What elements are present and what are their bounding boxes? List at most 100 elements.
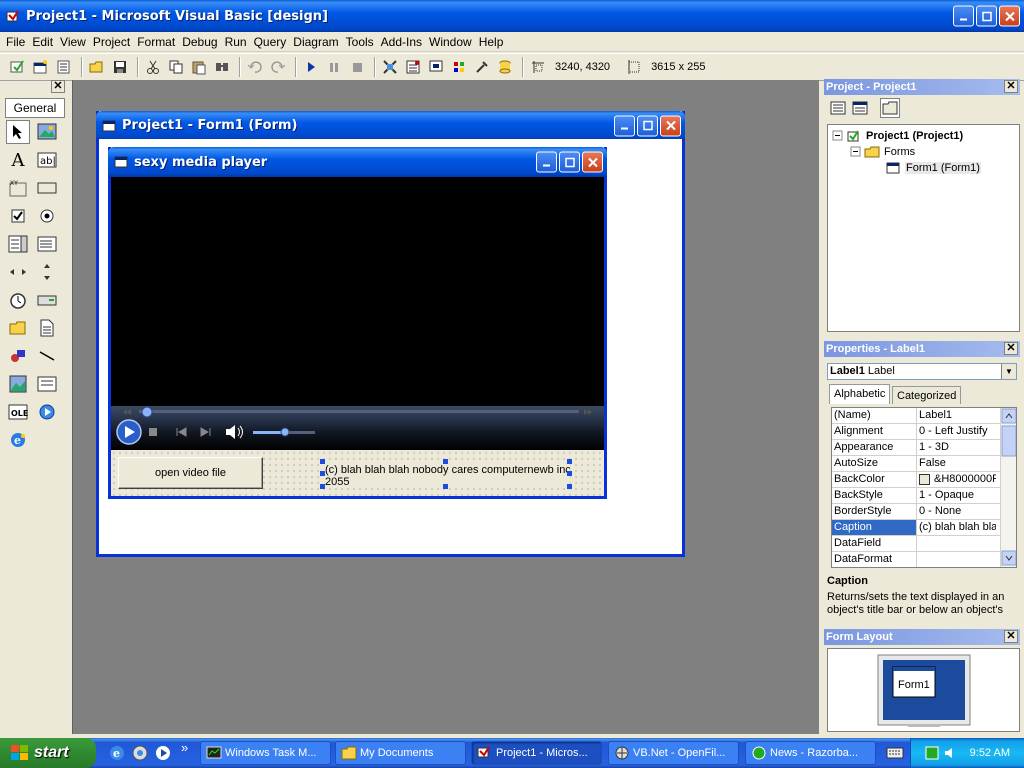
dirlistbox-tool-icon[interactable] — [6, 316, 30, 340]
toolbox-general-tab[interactable]: General — [5, 98, 65, 118]
save-icon[interactable] — [110, 57, 130, 77]
resize-handle[interactable] — [567, 484, 572, 489]
label1-caption[interactable]: (c) blah blah blah nobody cares computer… — [322, 462, 570, 486]
combobox-tool-icon[interactable] — [6, 232, 30, 256]
menu-format[interactable]: Format — [137, 35, 175, 49]
property-row[interactable]: Alignment 0 - Left Justify — [832, 424, 1016, 440]
mediaplayer-tool-icon[interactable] — [35, 400, 59, 424]
menu-window[interactable]: Window — [429, 35, 472, 49]
hscrollbar-tool-icon[interactable] — [6, 260, 30, 284]
property-value[interactable]: &H8000000F — [917, 472, 996, 487]
frame-tool-icon[interactable]: XY — [6, 176, 30, 200]
tab-categorized[interactable]: Categorized — [892, 386, 962, 404]
tree-item-form1[interactable]: Form1 (Form1) — [886, 161, 981, 175]
menu-debug[interactable]: Debug — [182, 35, 217, 49]
property-value[interactable]: Label1 — [917, 408, 996, 423]
clock[interactable]: 9:52 AM — [970, 747, 1010, 759]
object-browser-icon[interactable] — [449, 57, 469, 77]
drivelistbox-tool-icon[interactable] — [35, 288, 59, 312]
checkbox-tool-icon[interactable] — [6, 204, 30, 228]
resize-handle[interactable] — [567, 459, 572, 464]
vscrollbar-tool-icon[interactable] — [35, 260, 59, 284]
media-minimize-button[interactable] — [536, 151, 557, 173]
ie-browser-tool-icon[interactable]: e — [6, 428, 30, 452]
property-row[interactable]: BackStyle 1 - Opaque — [832, 488, 1016, 504]
pointer-tool-icon[interactable] — [6, 120, 30, 144]
toolbox-close-button[interactable]: ✕ — [51, 80, 65, 93]
previous-icon[interactable] — [176, 427, 187, 437]
break-icon[interactable] — [324, 57, 344, 77]
copy-icon[interactable] — [166, 57, 186, 77]
form-layout-form1[interactable]: Form1 — [898, 679, 930, 691]
seek-bar[interactable] — [139, 406, 579, 418]
form-layout-icon[interactable] — [426, 57, 446, 77]
menu-tools[interactable]: Tools — [346, 35, 374, 49]
menu-help[interactable]: Help — [479, 35, 504, 49]
properties-close-button[interactable]: ✕ — [1004, 342, 1018, 355]
property-row[interactable]: (Name) Label1 — [832, 408, 1016, 424]
resize-handle[interactable] — [320, 471, 325, 476]
chevron-down-icon[interactable]: ▼ — [1001, 364, 1016, 379]
timer-tool-icon[interactable] — [6, 288, 30, 312]
menu-file[interactable]: File — [6, 35, 25, 49]
start-button[interactable]: start — [0, 738, 96, 768]
add-form-icon[interactable] — [31, 57, 51, 77]
media-player-titlebar[interactable]: sexy media player — [108, 147, 607, 177]
menu-run[interactable]: Run — [225, 35, 247, 49]
toolbox-icon[interactable] — [472, 57, 492, 77]
maximize-button[interactable] — [976, 5, 997, 27]
media-close-button[interactable] — [582, 151, 603, 173]
property-row-selected[interactable]: Caption (c) blah blah bla — [832, 520, 1016, 536]
fast-forward-icon[interactable] — [584, 409, 592, 415]
form-layout-close-button[interactable]: ✕ — [1004, 630, 1018, 643]
menu-edit[interactable]: Edit — [32, 35, 53, 49]
form-minimize-button[interactable] — [614, 115, 635, 136]
data-tool-icon[interactable] — [35, 372, 59, 396]
network-icon[interactable] — [925, 746, 939, 760]
next-icon[interactable] — [200, 427, 211, 437]
property-value[interactable]: 0 - Left Justify — [917, 424, 996, 439]
quicklaunch-ie-icon[interactable]: e — [108, 744, 126, 765]
ole-tool-icon[interactable]: OLE — [6, 400, 30, 424]
object-selector[interactable]: Label1 Label ▼ — [827, 363, 1017, 380]
end-icon[interactable] — [347, 57, 367, 77]
data-view-icon[interactable] — [495, 57, 515, 77]
property-row[interactable]: DataField — [832, 536, 1016, 552]
redo-icon[interactable] — [268, 57, 288, 77]
add-project-icon[interactable] — [8, 57, 28, 77]
collapse-icon[interactable] — [850, 146, 862, 158]
volume-slider[interactable] — [253, 427, 315, 437]
property-value[interactable] — [917, 552, 996, 567]
paste-icon[interactable] — [189, 57, 209, 77]
project-explorer-icon[interactable] — [380, 57, 400, 77]
property-value[interactable]: 0 - None — [917, 504, 996, 519]
quicklaunch-show-desktop-icon[interactable] — [131, 744, 149, 765]
open-video-file-button[interactable]: open video file — [118, 457, 263, 489]
task-visual-basic[interactable]: Project1 - Micros... — [471, 741, 602, 765]
tree-item-project[interactable]: Project1 (Project1) — [832, 129, 963, 143]
picturebox-tool-icon[interactable] — [35, 120, 59, 144]
label-tool-icon[interactable]: A — [6, 148, 30, 172]
menu-editor-icon[interactable] — [54, 57, 74, 77]
property-value[interactable] — [917, 536, 996, 551]
listbox-tool-icon[interactable] — [35, 232, 59, 256]
tab-alphabetic[interactable]: Alphabetic — [829, 384, 891, 404]
property-row[interactable]: AutoSize False — [832, 456, 1016, 472]
keyboard-icon[interactable] — [886, 745, 904, 764]
menu-view[interactable]: View — [60, 35, 86, 49]
rewind-icon[interactable] — [123, 409, 131, 415]
video-display[interactable] — [111, 177, 604, 406]
property-row[interactable]: Appearance 1 - 3D — [832, 440, 1016, 456]
task-vbnet-openfile[interactable]: VB.Net - OpenFil... — [608, 741, 739, 765]
filelistbox-tool-icon[interactable] — [35, 316, 59, 340]
property-value[interactable]: 1 - 3D — [917, 440, 996, 455]
collapse-icon[interactable] — [832, 130, 844, 142]
undo-icon[interactable] — [245, 57, 265, 77]
optionbutton-tool-icon[interactable] — [35, 204, 59, 228]
volume-tray-icon[interactable] — [943, 746, 957, 760]
volume-icon[interactable] — [226, 425, 243, 439]
property-row[interactable]: BackColor &H8000000F — [832, 472, 1016, 488]
open-project-icon[interactable] — [87, 57, 107, 77]
task-news-razorbase[interactable]: News - Razorba... — [745, 741, 876, 765]
resize-handle[interactable] — [567, 471, 572, 476]
